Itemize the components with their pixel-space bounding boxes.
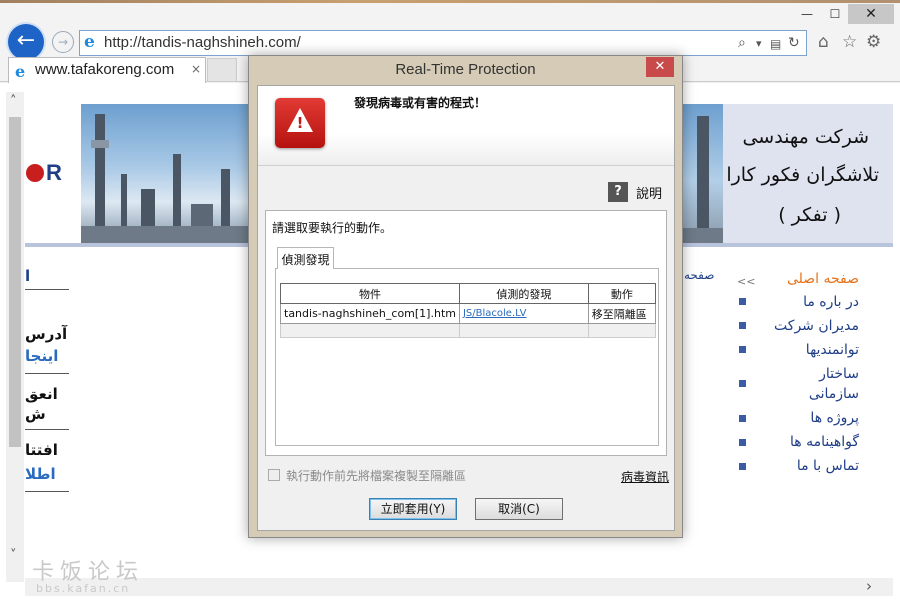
forward-button[interactable]: → xyxy=(52,31,74,53)
window-top-strip xyxy=(0,0,900,3)
menu-item-structure[interactable]: ساختار xyxy=(819,366,859,382)
menu-bullet xyxy=(739,346,746,353)
apply-now-button[interactable]: 立即套用(Y) xyxy=(369,498,457,520)
menu-item-structure-line2[interactable]: سازمانی xyxy=(809,386,859,402)
menu-item-certificates[interactable]: گواهینامه ها xyxy=(790,434,859,450)
menu-item-about[interactable]: در باره ما xyxy=(803,294,859,310)
dialog-title: Real-Time Protection xyxy=(395,61,536,78)
detected-object: tandis-naghshineh_com[1].htm xyxy=(280,303,460,324)
back-button[interactable]: ← xyxy=(8,24,44,60)
address-bar[interactable]: e http://tandis-naghshineh.com/ ⌕ ▾ ▤ ↻ xyxy=(79,30,807,56)
exclamation-mark: ! xyxy=(296,114,304,132)
ie-logo-icon: e xyxy=(15,62,26,81)
home-icon[interactable]: ⌂ xyxy=(818,32,829,52)
tab-detections-label: 偵測發現 xyxy=(281,253,330,267)
ie-logo-icon: e xyxy=(84,32,95,52)
active-marker: << xyxy=(737,275,756,288)
dialog-body: ! 發現病毒或有害的程式！ ? 說明 請選取要執行的動作。 偵測發現 物件 偵測… xyxy=(257,85,675,531)
news-item-link[interactable]: ش xyxy=(25,405,69,423)
window-close-button[interactable]: ✕ xyxy=(848,4,894,24)
tab-close-icon[interactable]: × xyxy=(191,62,201,76)
scroll-up-icon[interactable]: ˄ xyxy=(10,94,17,109)
menu-item-contact[interactable]: تماس با ما xyxy=(797,458,859,474)
dialog-heading: 發現病毒或有害的程式！ xyxy=(354,96,487,110)
tab-detections[interactable]: 偵測發現 xyxy=(277,247,334,269)
detection-name-link[interactable]: JS/Blacole.LV xyxy=(458,303,589,324)
help-link[interactable]: 說明 xyxy=(636,183,662,202)
search-icon[interactable]: ⌕ xyxy=(738,35,746,51)
news-item-title: آدرس xyxy=(25,325,68,343)
table-row-empty xyxy=(280,323,657,338)
dialog-close-button[interactable]: ✕ xyxy=(646,57,674,77)
help-icon[interactable]: ? xyxy=(608,182,628,202)
url-text[interactable]: http://tandis-naghshineh.com/ xyxy=(104,34,301,51)
action-group: 請選取要執行的動作。 偵測發現 物件 偵測的發現 動作 tandis-naghs… xyxy=(265,210,667,456)
menu-item-projects[interactable]: پروژه ها xyxy=(810,410,859,426)
column-header-action: 動作 xyxy=(587,283,657,304)
favorites-star-icon[interactable]: ☆ xyxy=(842,32,857,52)
detections-table: 物件 偵測的發現 動作 tandis-naghshineh_com[1].htm… xyxy=(280,283,657,338)
divider xyxy=(25,429,69,430)
menu-bullet xyxy=(739,415,746,422)
detection-action[interactable]: 移至隔離區 xyxy=(587,303,657,324)
settings-gear-icon[interactable]: ⚙ xyxy=(866,32,881,52)
news-item-link[interactable]: اطلا xyxy=(25,465,69,483)
left-column-heading: ا xyxy=(25,267,31,285)
company-name-line-2: تلاشگران فکور کارا xyxy=(726,164,879,186)
menu-bullet xyxy=(739,439,746,446)
dialog-header: ! 發現病毒或有害的程式！ xyxy=(258,86,674,166)
chevron-down-icon[interactable]: ▾ xyxy=(756,37,762,50)
new-tab-button[interactable] xyxy=(207,58,237,82)
page-breadcrumb: صفحه xyxy=(684,268,715,282)
refinery-banner-image-right xyxy=(683,104,723,244)
arrow-right-icon: → xyxy=(57,35,69,49)
scroll-down-icon[interactable]: ˅ xyxy=(10,548,17,563)
window-titlebar xyxy=(0,0,900,26)
news-item-title: افتتا xyxy=(25,441,58,459)
action-prompt: 請選取要執行的動作。 xyxy=(272,221,393,235)
cancel-button[interactable]: 取消(C) xyxy=(475,498,563,520)
table-row[interactable]: tandis-naghshineh_com[1].htm JS/Blacole.… xyxy=(280,303,657,324)
detections-panel: 物件 偵測的發現 動作 tandis-naghshineh_com[1].htm… xyxy=(275,268,659,446)
arrow-left-icon: ← xyxy=(16,28,36,53)
menu-item-home[interactable]: صفحه اصلی xyxy=(787,271,859,287)
menu-bullet xyxy=(739,380,746,387)
tab-title: www.tafakoreng.com xyxy=(35,61,175,78)
column-header-object: 物件 xyxy=(280,283,460,304)
divider xyxy=(25,491,69,492)
maximize-button[interactable]: ☐ xyxy=(818,4,852,24)
scroll-right-icon[interactable]: › xyxy=(866,577,872,595)
company-name-line-3: ( تفکر ) xyxy=(778,204,841,226)
table-header-row: 物件 偵測的發現 動作 xyxy=(280,283,657,304)
column-header-detection: 偵測的發現 xyxy=(458,283,589,304)
realtime-protection-dialog: Real-Time Protection ✕ ! 發現病毒或有害的程式！ ? 說… xyxy=(248,55,683,538)
scrollbar-thumb[interactable] xyxy=(9,117,21,447)
logo-mark xyxy=(26,164,44,182)
company-name-line-1: شرکت مهندسی xyxy=(742,126,869,148)
menu-item-capabilities[interactable]: توانمندیها xyxy=(806,342,859,358)
horizontal-scrollbar[interactable] xyxy=(25,578,893,596)
tab-active[interactable]: e www.tafakoreng.com × xyxy=(8,57,206,83)
reload-icon[interactable]: ↻ xyxy=(788,35,800,51)
news-item-link[interactable]: اینجا xyxy=(25,347,69,365)
virus-info-link[interactable]: 病毒資訊 xyxy=(621,468,669,485)
menu-bullet xyxy=(739,463,746,470)
divider xyxy=(25,289,69,290)
company-logo: R xyxy=(46,160,63,185)
forum-watermark-url: bbs.kafan.cn xyxy=(36,582,131,595)
menu-item-managers[interactable]: مدیران شرکت xyxy=(774,318,859,334)
news-item-title: انعق xyxy=(25,385,58,403)
company-name-box: شرکت مهندسی تلاشگران فکور کارا ( تفکر ) xyxy=(723,104,893,244)
site-menu: << صفحه اصلی در باره ما مدیران شرکت توان… xyxy=(723,247,893,597)
menu-bullet xyxy=(739,298,746,305)
compat-view-icon[interactable]: ▤ xyxy=(770,37,781,51)
warning-icon: ! xyxy=(275,98,325,148)
copy-to-quarantine-label: 執行動作前先將檔案複製至隔離區 xyxy=(286,469,467,483)
menu-bullet xyxy=(739,322,746,329)
refinery-banner-image xyxy=(81,104,251,244)
divider xyxy=(25,373,69,374)
left-news-column: ا آدرس اینجا انعق ش افتتا اطلا xyxy=(25,247,81,597)
copy-to-quarantine-checkbox[interactable] xyxy=(268,469,280,481)
